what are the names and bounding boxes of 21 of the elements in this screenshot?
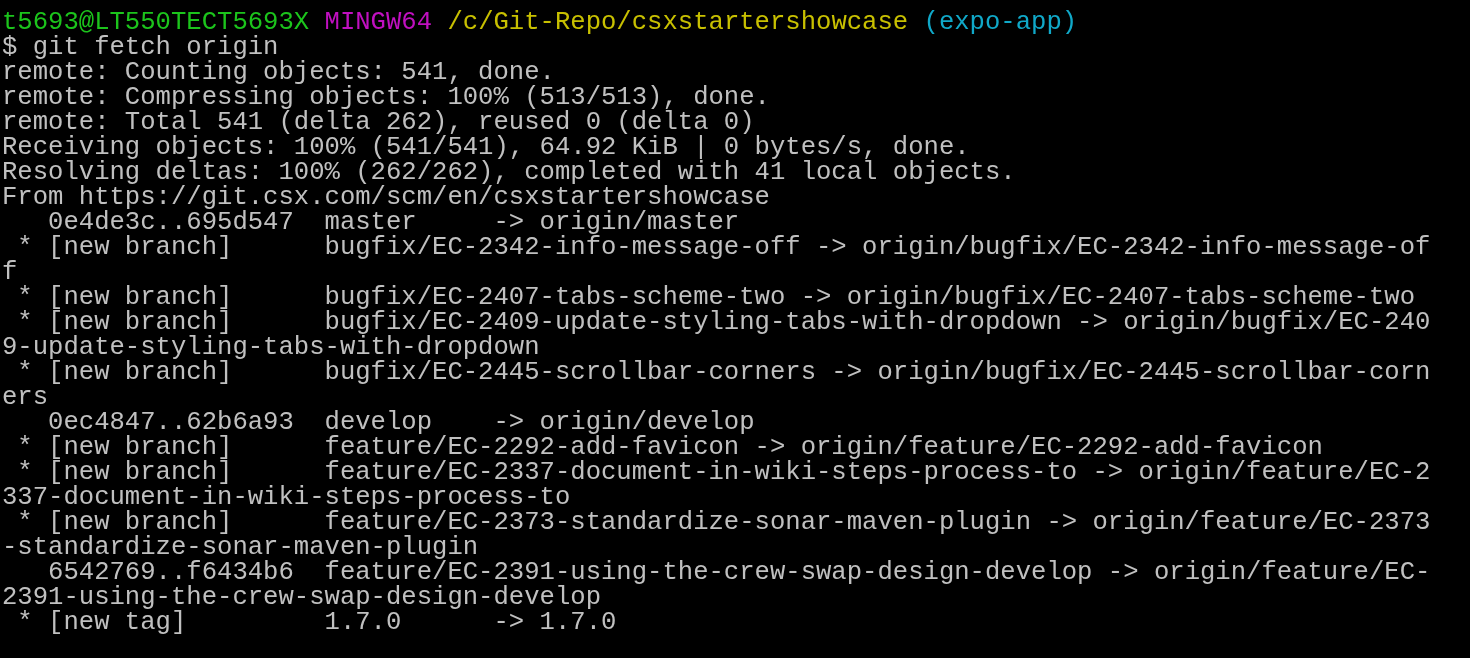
prompt-symbol: $ [2, 33, 18, 62]
output-line: * [new branch] bugfix/EC-2407-tabs-scheme-two -> origin/bugfix/EC-2407-tabs-scheme-two [16, 285, 1415, 310]
output-line: * [new branch] bugfix/EC-2409-update-styling-tabs-with-dropdown -> origin/bugfix/EC-2409-update-styling-tabs-with-dropdown [2, 310, 1431, 360]
prompt-system: MINGW64 [324, 8, 433, 37]
output-line: Receiving objects: 100% (541/541), 64.92 KiB | 0 bytes/s, done. [2, 135, 970, 160]
output-line: Resolving deltas: 100% (262/262), completed with 41 local objects. [2, 160, 1017, 185]
output-line: 6542769..f6434b6 feature/EC-2391-using-the-crew-swap-design-develop -> origin/feature/EC-2391-using-the-crew-swap-design-develop [2, 560, 1431, 610]
output-line: * [new branch] bugfix/EC-2342-info-message-off -> origin/bugfix/EC-2342-info-message-off [2, 235, 1431, 285]
output-line: remote: Counting objects: 541, done. [2, 60, 555, 85]
output-line: From https://git.csx.com/scm/en/csxstartershowcase [2, 185, 771, 210]
output-line: remote: Total 541 (delta 262), reused 0 (delta 0) [2, 110, 756, 135]
prompt-path: /c/Git-Repo/csxstartershowcase [447, 8, 909, 37]
output-line: * [new branch] bugfix/EC-2445-scrollbar-corners -> origin/bugfix/EC-2445-scrollbar-corners [2, 360, 1431, 410]
output-line: remote: Compressing objects: 100% (513/513), done. [2, 85, 771, 110]
output-line: * [new tag] 1.7.0 -> 1.7.0 [17, 610, 618, 635]
output-line: 0e4de3c..695d547 master -> origin/master [47, 210, 740, 235]
output-line: * [new branch] feature/EC-2292-add-favicon -> origin/feature/EC-2292-add-favicon [16, 435, 1323, 460]
prompt-branch: (expo-app) [923, 8, 1078, 37]
output-line: * [new branch] feature/EC-2373-standardize-sonar-maven-plugin -> origin/feature/EC-2373-standardize-sonar-maven-plugin [2, 510, 1431, 560]
output-line: * [new branch] feature/EC-2337-document-in-wiki-steps-process-to -> origin/feature/EC-2337-document-in-wiki-steps-process-to [2, 460, 1431, 510]
output-line: 0ec4847..62b6a93 develop -> origin/develop [47, 410, 756, 435]
